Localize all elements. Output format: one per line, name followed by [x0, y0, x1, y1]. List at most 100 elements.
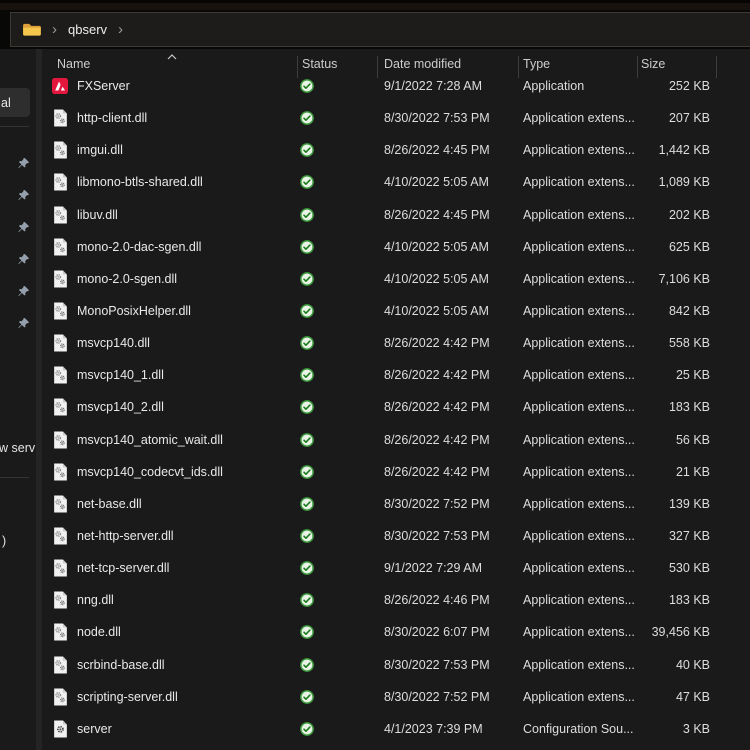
file-row[interactable]: scripting-server.dll 8/30/2022 7:52 PM A…: [0, 681, 750, 713]
file-size: 327 KB: [598, 529, 710, 543]
file-row[interactable]: mono-2.0-sgen.dll 4/10/2022 5:05 AM Appl…: [0, 263, 750, 295]
file-size: 1,089 KB: [598, 175, 710, 189]
file-size: 202 KB: [598, 208, 710, 222]
address-bar-row: › qbserv ›: [0, 10, 750, 49]
file-date: 4/10/2022 5:05 AM: [384, 304, 489, 318]
file-type-icon: [51, 463, 69, 481]
file-type-icon: [51, 141, 69, 159]
file-row[interactable]: libuv.dll 8/26/2022 4:45 PM Application …: [0, 199, 750, 231]
file-size: 1,442 KB: [598, 143, 710, 157]
sync-status-synced-icon: [300, 658, 314, 672]
sync-status-synced-icon: [300, 433, 314, 447]
file-row[interactable]: net-base.dll 8/30/2022 7:52 PM Applicati…: [0, 488, 750, 520]
file-row[interactable]: MonoPosixHelper.dll 4/10/2022 5:05 AM Ap…: [0, 295, 750, 327]
file-size: 56 KB: [598, 433, 710, 447]
file-type-icon: [51, 238, 69, 256]
file-list: FXServer 9/1/2022 7:28 AM Application 25…: [0, 70, 750, 745]
file-type-icon: [51, 720, 69, 738]
file-date: 8/26/2022 4:42 PM: [384, 433, 490, 447]
file-type-icon: [51, 109, 69, 127]
file-name: libmono-btls-shared.dll: [77, 175, 203, 189]
window-top-strip: [0, 0, 750, 10]
folder-icon[interactable]: [22, 22, 41, 37]
file-row[interactable]: mono-2.0-dac-sgen.dll 4/10/2022 5:05 AM …: [0, 231, 750, 263]
file-type-icon: [51, 495, 69, 513]
sync-status-synced-icon: [300, 304, 314, 318]
file-row[interactable]: msvcp140_1.dll 8/26/2022 4:42 PM Applica…: [0, 359, 750, 391]
file-name: msvcp140_1.dll: [77, 368, 164, 382]
file-type-icon: [51, 398, 69, 416]
file-date: 8/30/2022 7:53 PM: [384, 529, 490, 543]
file-date: 4/1/2023 7:39 PM: [384, 722, 483, 736]
file-row[interactable]: net-tcp-server.dll 9/1/2022 7:29 AM Appl…: [0, 552, 750, 584]
file-type-icon: [51, 206, 69, 224]
breadcrumb-chevron-icon[interactable]: ›: [107, 22, 134, 37]
file-size: 183 KB: [598, 400, 710, 414]
file-name: node.dll: [77, 625, 121, 639]
sync-status-synced-icon: [300, 593, 314, 607]
file-size: 7,106 KB: [598, 272, 710, 286]
file-name: scrbind-base.dll: [77, 658, 165, 672]
sync-status-synced-icon: [300, 240, 314, 254]
file-name: nng.dll: [77, 593, 114, 607]
file-size: 47 KB: [598, 690, 710, 704]
file-type-icon: [51, 366, 69, 384]
file-size: 3 KB: [598, 722, 710, 736]
sync-status-synced-icon: [300, 722, 314, 736]
file-size: 252 KB: [598, 79, 710, 93]
file-date: 8/26/2022 4:42 PM: [384, 368, 490, 382]
file-date: 8/26/2022 4:42 PM: [384, 400, 490, 414]
file-name: http-client.dll: [77, 111, 147, 125]
file-row[interactable]: msvcp140_codecvt_ids.dll 8/26/2022 4:42 …: [0, 456, 750, 488]
file-row[interactable]: imgui.dll 8/26/2022 4:45 PM Application …: [0, 134, 750, 166]
file-name: mono-2.0-dac-sgen.dll: [77, 240, 201, 254]
sync-status-synced-icon: [300, 143, 314, 157]
file-row[interactable]: server 4/1/2023 7:39 PM Configuration So…: [0, 713, 750, 745]
file-name: net-http-server.dll: [77, 529, 174, 543]
file-type-icon: [51, 591, 69, 609]
file-name: scripting-server.dll: [77, 690, 178, 704]
sync-status-synced-icon: [300, 111, 314, 125]
sync-status-synced-icon: [300, 208, 314, 222]
breadcrumb-chevron-icon[interactable]: ›: [41, 22, 68, 37]
file-date: 8/30/2022 6:07 PM: [384, 625, 490, 639]
file-row[interactable]: scrbind-base.dll 8/30/2022 7:53 PM Appli…: [0, 649, 750, 681]
file-size: 21 KB: [598, 465, 710, 479]
file-name: msvcp140_codecvt_ids.dll: [77, 465, 223, 479]
file-row[interactable]: node.dll 8/30/2022 6:07 PM Application e…: [0, 616, 750, 648]
file-date: 8/26/2022 4:45 PM: [384, 208, 490, 222]
sync-status-synced-icon: [300, 465, 314, 479]
address-bar[interactable]: › qbserv ›: [10, 12, 750, 47]
file-row[interactable]: FXServer 9/1/2022 7:28 AM Application 25…: [0, 70, 750, 102]
file-type-icon: [51, 527, 69, 545]
file-type-icon: [51, 270, 69, 288]
file-date: 8/30/2022 7:53 PM: [384, 111, 490, 125]
sync-status-synced-icon: [300, 336, 314, 350]
sync-status-synced-icon: [300, 561, 314, 575]
file-name: mono-2.0-sgen.dll: [77, 272, 177, 286]
sort-ascending-icon[interactable]: [166, 53, 178, 61]
file-date: 9/1/2022 7:28 AM: [384, 79, 482, 93]
file-type-icon: [51, 77, 69, 95]
file-name: net-base.dll: [77, 497, 142, 511]
file-row[interactable]: http-client.dll 8/30/2022 7:53 PM Applic…: [0, 102, 750, 134]
file-row[interactable]: msvcp140.dll 8/26/2022 4:42 PM Applicati…: [0, 327, 750, 359]
file-type-icon: [51, 656, 69, 674]
file-row[interactable]: net-http-server.dll 8/30/2022 7:53 PM Ap…: [0, 520, 750, 552]
breadcrumb-item-qbserv[interactable]: qbserv: [68, 22, 107, 37]
sync-status-synced-icon: [300, 625, 314, 639]
file-row[interactable]: msvcp140_atomic_wait.dll 8/26/2022 4:42 …: [0, 424, 750, 456]
file-row[interactable]: libmono-btls-shared.dll 4/10/2022 5:05 A…: [0, 166, 750, 198]
file-name: imgui.dll: [77, 143, 123, 157]
file-name: libuv.dll: [77, 208, 118, 222]
file-size: 183 KB: [598, 593, 710, 607]
file-row[interactable]: msvcp140_2.dll 8/26/2022 4:42 PM Applica…: [0, 391, 750, 423]
explorer-content: al w serv ) Name: [0, 49, 750, 750]
file-row[interactable]: nng.dll 8/26/2022 4:46 PM Application ex…: [0, 584, 750, 616]
file-size: 530 KB: [598, 561, 710, 575]
file-type-icon: [51, 688, 69, 706]
file-date: 8/30/2022 7:52 PM: [384, 497, 490, 511]
file-size: 25 KB: [598, 368, 710, 382]
file-date: 9/1/2022 7:29 AM: [384, 561, 482, 575]
file-date: 8/26/2022 4:46 PM: [384, 593, 490, 607]
